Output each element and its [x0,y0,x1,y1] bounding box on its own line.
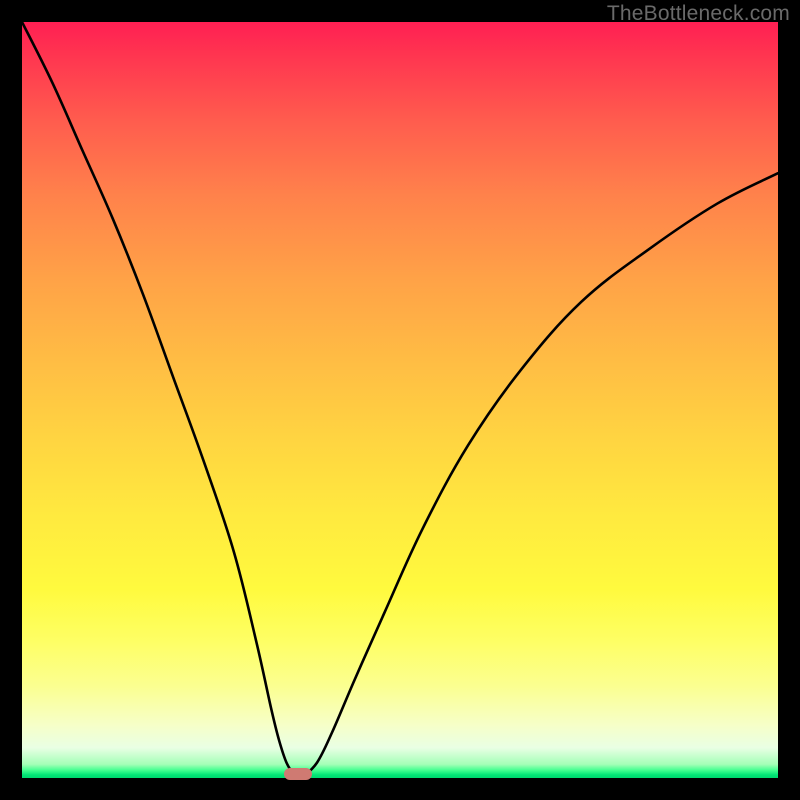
bottleneck-curve [22,22,778,778]
minimum-marker [284,768,312,780]
curve-path [22,22,778,778]
watermark-text: TheBottleneck.com [607,2,790,26]
